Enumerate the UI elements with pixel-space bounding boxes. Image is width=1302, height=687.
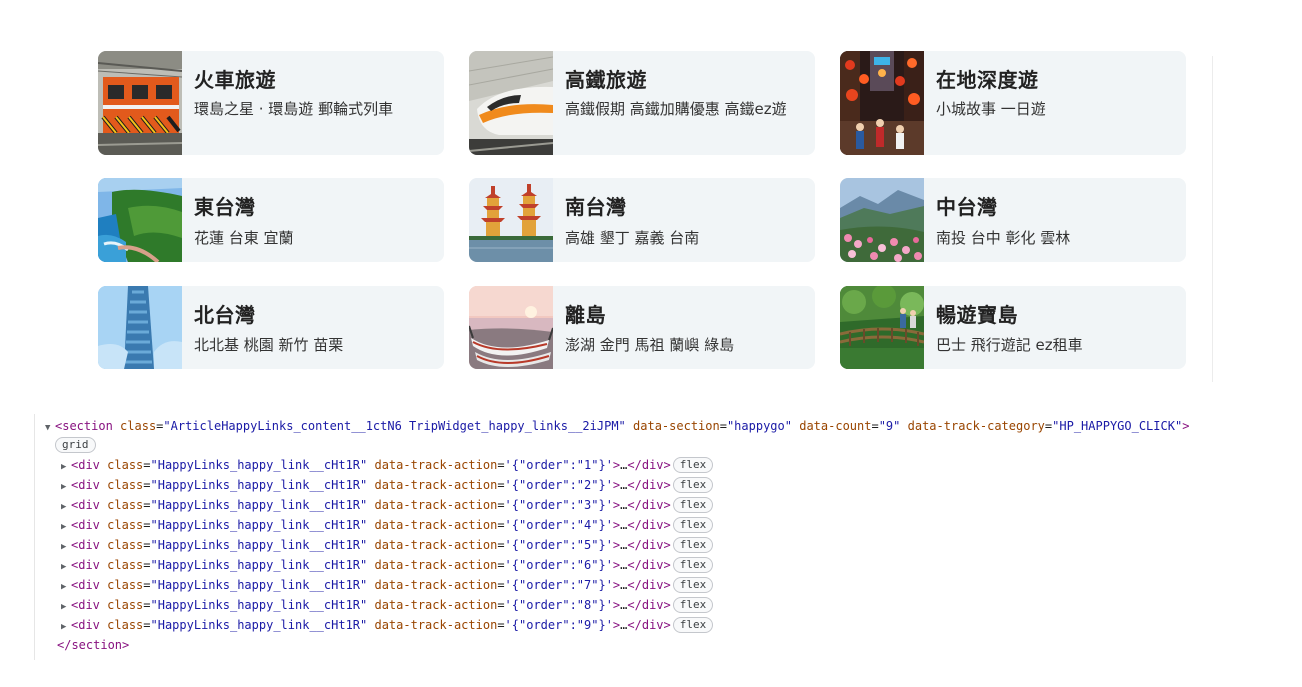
- attr-data-count-value: "9": [878, 419, 901, 433]
- card-title: 火車旅遊: [194, 68, 276, 92]
- scrollbar-track: [1212, 56, 1213, 382]
- old-street-lanterns-photo-icon: [840, 51, 924, 155]
- card-title: 中台灣: [936, 195, 998, 219]
- card-subtitle: 高鐵假期 高鐵加購優惠 高鐵ez遊: [565, 100, 787, 118]
- collapsed-triangle-icon[interactable]: ▶: [61, 619, 71, 636]
- happy-links-preview: 火車旅遊 環島之星 · 環島遊 郵輪式列車 高鐵旅遊 高鐵假期 高鐵加購優惠 高…: [0, 0, 1302, 400]
- card-subtitle: 南投 台中 彰化 雲林: [936, 229, 1071, 247]
- card-subtitle: 巴士 飛行遊記 ez租車: [936, 336, 1083, 354]
- collapsed-triangle-icon[interactable]: ▶: [61, 539, 71, 556]
- mountain-flowers-photo-icon: [840, 178, 924, 262]
- tag-name: section: [62, 419, 113, 433]
- dom-node-div-3[interactable]: ▶ <div class="HappyLinks_happy_link__cHt1…: [61, 497, 714, 516]
- collapsed-triangle-icon[interactable]: ▶: [61, 579, 71, 596]
- happy-link-card-outlying-islands[interactable]: 離島 澎湖 金門 馬祖 蘭嶼 綠島: [469, 286, 815, 369]
- happy-link-card-south-taiwan[interactable]: 南台灣 高雄 墾丁 嘉義 台南: [469, 178, 815, 262]
- card-title: 暢遊寶島: [936, 303, 1018, 327]
- card-title: 南台灣: [565, 195, 627, 219]
- card-subtitle: 花蓮 台東 宜蘭: [194, 229, 294, 247]
- dom-node-section-close[interactable]: </section>: [57, 637, 129, 654]
- collapsed-triangle-icon[interactable]: ▶: [61, 499, 71, 516]
- card-subtitle: 環島之星 · 環島遊 郵輪式列車: [194, 100, 394, 118]
- attr-data-track-category-value: "HP_HAPPYGO_CLICK": [1052, 419, 1183, 433]
- devtools-elements-panel: ▼ <section class="ArticleHappyLinks_conte…: [34, 414, 1265, 660]
- dom-node-div-5[interactable]: ▶ <div class="HappyLinks_happy_link__cHt1…: [61, 537, 714, 556]
- collapsed-triangle-icon[interactable]: ▶: [61, 559, 71, 576]
- card-subtitle: 高雄 墾丁 嘉義 台南: [565, 229, 700, 247]
- pagoda-photo-icon: [469, 178, 553, 262]
- dom-node-div-8[interactable]: ▶ <div class="HappyLinks_happy_link__cHt1…: [61, 597, 714, 616]
- dom-node-div-7[interactable]: ▶ <div class="HappyLinks_happy_link__cHt1…: [61, 577, 714, 596]
- flex-badge[interactable]: flex: [672, 457, 714, 473]
- happy-link-card-central-taiwan[interactable]: 中台灣 南投 台中 彰化 雲林: [840, 178, 1186, 262]
- dom-node-div-4[interactable]: ▶ <div class="HappyLinks_happy_link__cHt1…: [61, 517, 714, 536]
- flex-badge[interactable]: flex: [672, 537, 714, 553]
- card-title: 東台灣: [194, 195, 256, 219]
- happy-links-grid: 火車旅遊 環島之星 · 環島遊 郵輪式列車 高鐵旅遊 高鐵假期 高鐵加購優惠 高…: [98, 51, 1189, 369]
- collapsed-triangle-icon[interactable]: ▶: [61, 459, 71, 476]
- flex-badge[interactable]: flex: [672, 577, 714, 593]
- dom-node-div-9[interactable]: ▶ <div class="HappyLinks_happy_link__cHt1…: [61, 617, 714, 636]
- closing-tag: </section>: [57, 638, 130, 652]
- train-photo-icon: [98, 51, 182, 155]
- collapsed-triangle-icon[interactable]: ▶: [61, 599, 71, 616]
- canoes-sunset-photo-icon: [469, 286, 553, 369]
- happy-link-card-train-travel[interactable]: 火車旅遊 環島之星 · 環島遊 郵輪式列車: [98, 51, 444, 155]
- attr-class-value: "ArticleHappyLinks_content__1ctN6 TripWi…: [163, 419, 626, 433]
- flex-badge[interactable]: flex: [672, 617, 714, 633]
- flex-badge[interactable]: flex: [672, 557, 714, 573]
- high-speed-rail-photo-icon: [469, 51, 553, 155]
- happy-link-card-hsr-travel[interactable]: 高鐵旅遊 高鐵假期 高鐵加購優惠 高鐵ez遊: [469, 51, 815, 155]
- collapsed-triangle-icon[interactable]: ▶: [61, 479, 71, 496]
- grid-badge-row: grid: [53, 437, 96, 454]
- expanded-triangle-icon[interactable]: ▼: [45, 420, 55, 437]
- attr-data-section-value: "happygo": [726, 419, 792, 433]
- east-coast-cliff-photo-icon: [98, 178, 182, 262]
- card-subtitle: 澎湖 金門 馬祖 蘭嶼 綠島: [565, 336, 735, 354]
- dom-node-div-6[interactable]: ▶ <div class="HappyLinks_happy_link__cHt1…: [61, 557, 714, 576]
- flex-badge[interactable]: flex: [672, 477, 714, 493]
- happy-link-card-north-taiwan[interactable]: 北台灣 北北基 桃園 新竹 苗栗: [98, 286, 444, 369]
- card-title: 在地深度遊: [936, 68, 1039, 92]
- card-subtitle: 小城故事 一日遊: [936, 100, 1046, 118]
- grid-badge[interactable]: grid: [55, 437, 96, 453]
- dom-node-section[interactable]: ▼ <section class="ArticleHappyLinks_conte…: [45, 418, 1189, 435]
- flex-badge[interactable]: flex: [672, 497, 714, 513]
- happy-link-card-east-taiwan[interactable]: 東台灣 花蓮 台東 宜蘭: [98, 178, 444, 262]
- waterfall-photo-icon: [98, 286, 182, 369]
- card-subtitle: 北北基 桃園 新竹 苗栗: [194, 336, 344, 354]
- card-title: 高鐵旅遊: [565, 68, 647, 92]
- collapsed-triangle-icon[interactable]: ▶: [61, 519, 71, 536]
- dom-node-div-2[interactable]: ▶ <div class="HappyLinks_happy_link__cHt1…: [61, 477, 714, 496]
- flex-badge[interactable]: flex: [672, 597, 714, 613]
- card-title: 北台灣: [194, 303, 256, 327]
- happy-link-card-local-tour[interactable]: 在地深度遊 小城故事 一日遊: [840, 51, 1186, 155]
- forest-bridge-photo-icon: [840, 286, 924, 369]
- flex-badge[interactable]: flex: [672, 517, 714, 533]
- card-title: 離島: [565, 303, 606, 327]
- happy-link-card-roam-taiwan[interactable]: 暢遊寶島 巴士 飛行遊記 ez租車: [840, 286, 1186, 369]
- dom-node-div-1[interactable]: ▶ <div class="HappyLinks_happy_link__cHt1…: [61, 457, 714, 476]
